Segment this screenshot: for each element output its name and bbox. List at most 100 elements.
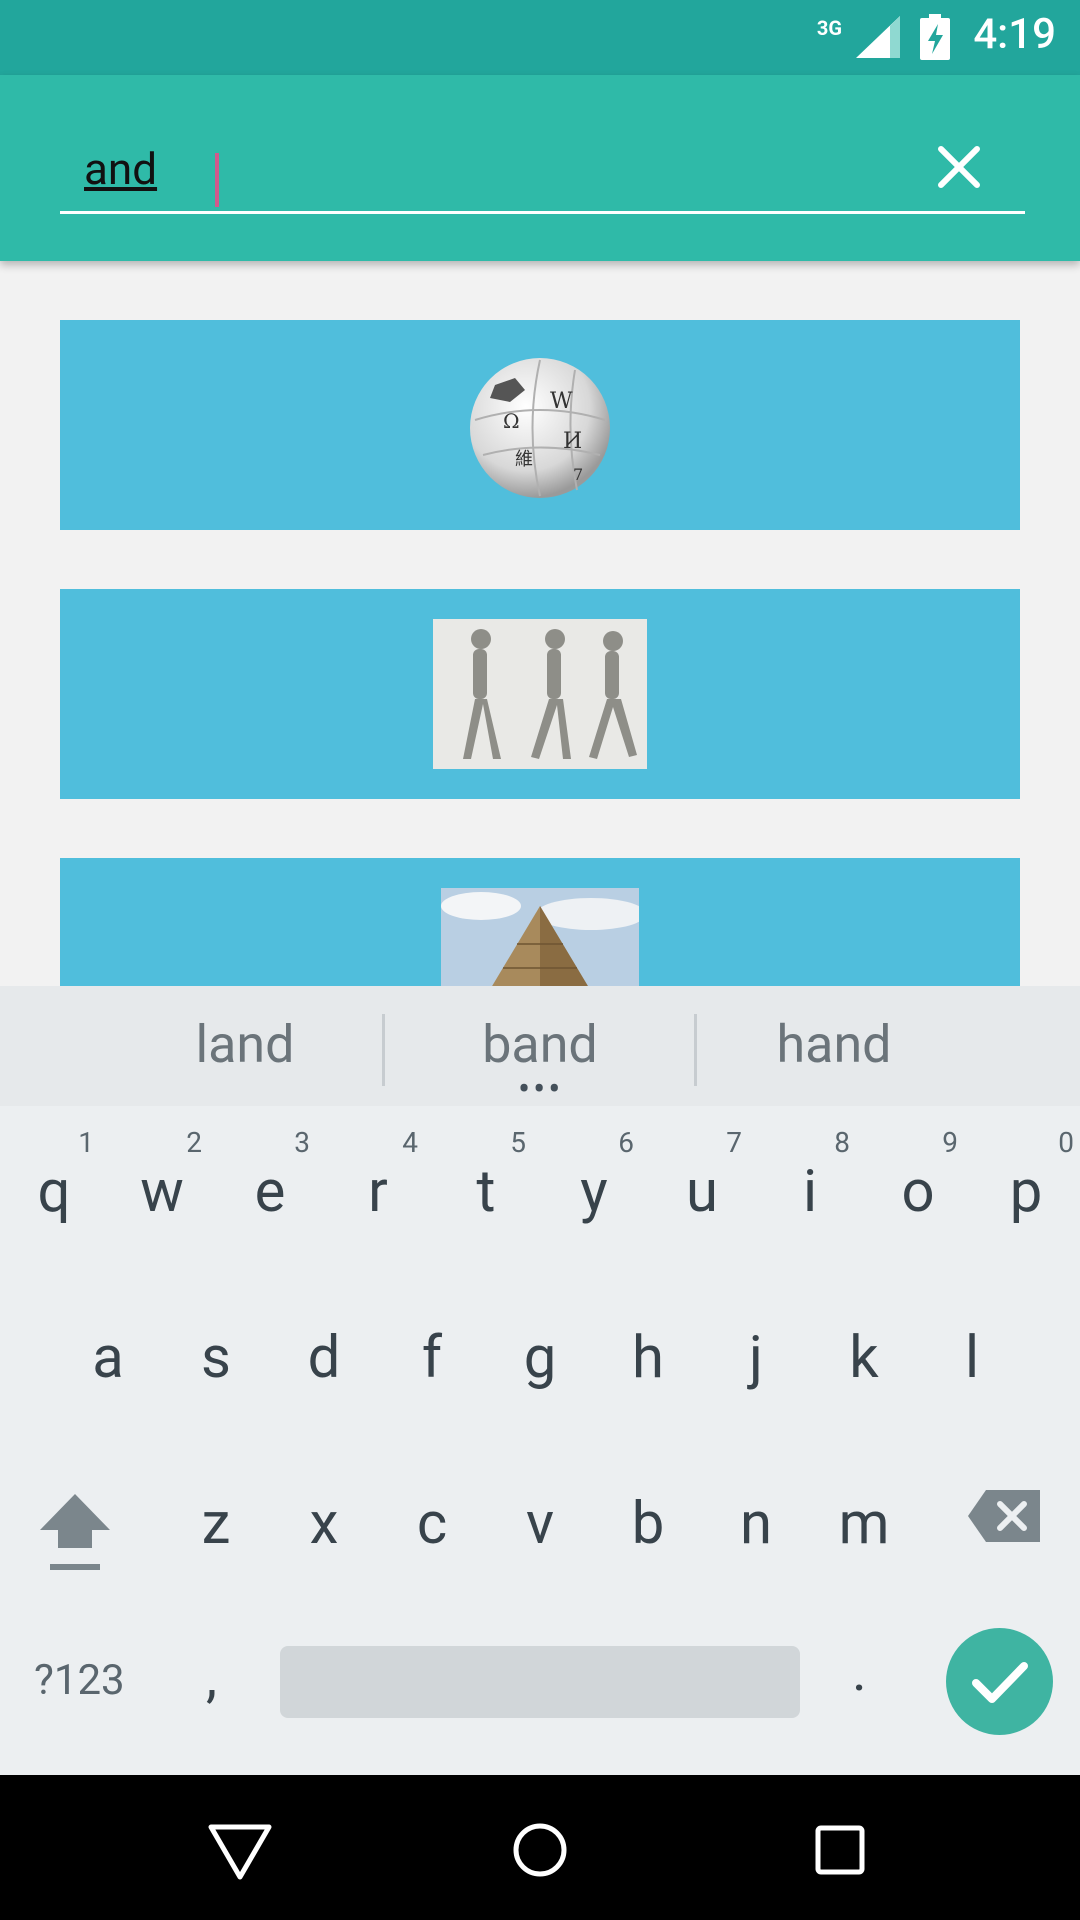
key-label: z [201, 1490, 231, 1558]
key-label: g [523, 1324, 557, 1392]
home-icon[interactable] [505, 1815, 575, 1885]
key-hint: 1 [78, 1126, 94, 1159]
key-s[interactable]: s [162, 1272, 270, 1422]
key-label: r [368, 1158, 388, 1226]
checkmark-icon [972, 1662, 1028, 1703]
key-label: m [838, 1490, 890, 1558]
key-q[interactable]: 1q [0, 1106, 108, 1256]
key-r[interactable]: 4r [324, 1106, 432, 1256]
key-label: q [37, 1158, 71, 1226]
svg-text:7: 7 [573, 465, 583, 484]
key-label: y [580, 1158, 608, 1226]
key-label: o [901, 1158, 935, 1226]
svg-text:W: W [550, 389, 573, 414]
key-label: s [201, 1324, 231, 1392]
close-icon[interactable] [935, 143, 983, 191]
key-label: p [1009, 1158, 1043, 1226]
key-t[interactable]: 5t [432, 1106, 540, 1256]
key-label: b [631, 1490, 665, 1558]
key-n[interactable]: n [702, 1438, 810, 1588]
key-h[interactable]: h [594, 1272, 702, 1422]
result-card[interactable]: Ω W И 維 7 [60, 320, 1020, 530]
key-y[interactable]: 6y [540, 1106, 648, 1256]
key-i[interactable]: 8i [756, 1106, 864, 1256]
key-label: e [254, 1158, 286, 1226]
key-hint: 3 [294, 1126, 310, 1159]
key-f[interactable]: f [378, 1272, 486, 1422]
key-label: w [140, 1158, 184, 1226]
key-label: j [749, 1324, 763, 1392]
comma-key[interactable]: , [206, 1644, 217, 1710]
key-hint: 9 [942, 1126, 958, 1159]
key-label: v [525, 1490, 555, 1558]
key-k[interactable]: k [810, 1272, 918, 1422]
key-hint: 4 [402, 1126, 418, 1159]
suggestion-strip: land band hand ••• [0, 986, 1080, 1107]
key-label: a [92, 1324, 124, 1392]
key-z[interactable]: z [162, 1438, 270, 1588]
key-label: f [421, 1324, 443, 1392]
search-input[interactable]: and [60, 125, 1025, 214]
key-label: x [309, 1490, 339, 1558]
key-hint: 5 [510, 1126, 526, 1159]
signal-icon [856, 16, 900, 58]
result-card[interactable] [60, 589, 1020, 799]
key-label: l [964, 1324, 980, 1392]
recents-icon[interactable] [805, 1815, 875, 1885]
key-w[interactable]: 2w [108, 1106, 216, 1256]
suggestion-hand[interactable]: hand [684, 1014, 984, 1075]
soft-keyboard: 1q 2w 3e 4r 5t 6y 7u 8i 9o 0p a s d f g … [0, 1106, 1080, 1775]
key-label: n [739, 1490, 773, 1558]
backspace-icon[interactable] [966, 1488, 1042, 1544]
status-bar: 3G 4:19 [0, 0, 1080, 75]
key-v[interactable]: v [486, 1438, 594, 1588]
key-label: i [802, 1158, 818, 1226]
back-icon[interactable] [205, 1815, 275, 1885]
key-o[interactable]: 9o [864, 1106, 972, 1256]
key-label: d [307, 1324, 341, 1392]
key-label: t [476, 1158, 496, 1226]
text-cursor [215, 153, 219, 207]
key-label: k [849, 1324, 879, 1392]
suggestion-land[interactable]: land [95, 1014, 395, 1075]
results-list: Ω W И 維 7 [0, 262, 1080, 986]
key-e[interactable]: 3e [216, 1106, 324, 1256]
space-bar[interactable] [280, 1646, 800, 1718]
more-suggestions-icon[interactable]: ••• [518, 1071, 563, 1107]
key-label: u [686, 1158, 718, 1226]
key-label: h [632, 1324, 664, 1392]
search-query[interactable]: and [84, 143, 157, 195]
svg-text:維: 維 [515, 449, 533, 470]
suggestion-divider [382, 1014, 385, 1086]
key-j[interactable]: j [702, 1272, 810, 1422]
key-x[interactable]: x [270, 1438, 378, 1588]
system-nav-bar [0, 1775, 1080, 1920]
key-hint: 0 [1058, 1126, 1074, 1159]
key-g[interactable]: g [486, 1272, 594, 1422]
result-card[interactable] [60, 858, 1020, 986]
network-type: 3G [816, 16, 842, 40]
key-b[interactable]: b [594, 1438, 702, 1588]
key-p[interactable]: 0p [972, 1106, 1080, 1256]
period-key[interactable]: . [852, 1638, 867, 1704]
key-label: c [416, 1490, 448, 1558]
shift-icon[interactable] [36, 1484, 114, 1580]
pyramid-image [441, 888, 639, 986]
key-hint: 7 [726, 1126, 742, 1159]
suggestion-band[interactable]: band [390, 1014, 690, 1075]
key-d[interactable]: d [270, 1272, 378, 1422]
key-m[interactable]: m [810, 1438, 918, 1588]
key-l[interactable]: l [918, 1272, 1026, 1422]
svg-text:И: И [563, 429, 582, 454]
search-app-bar: and [0, 75, 1080, 261]
key-hint: 6 [618, 1126, 634, 1159]
done-button[interactable] [946, 1628, 1053, 1735]
wikipedia-globe-image: Ω W И 維 7 [470, 358, 610, 498]
walking-figures-image [433, 619, 647, 769]
key-hint: 8 [834, 1126, 850, 1159]
symbols-key[interactable]: ?123 [34, 1656, 125, 1705]
key-a[interactable]: a [54, 1272, 162, 1422]
clock: 4:19 [973, 10, 1056, 59]
key-u[interactable]: 7u [648, 1106, 756, 1256]
key-c[interactable]: c [378, 1438, 486, 1588]
